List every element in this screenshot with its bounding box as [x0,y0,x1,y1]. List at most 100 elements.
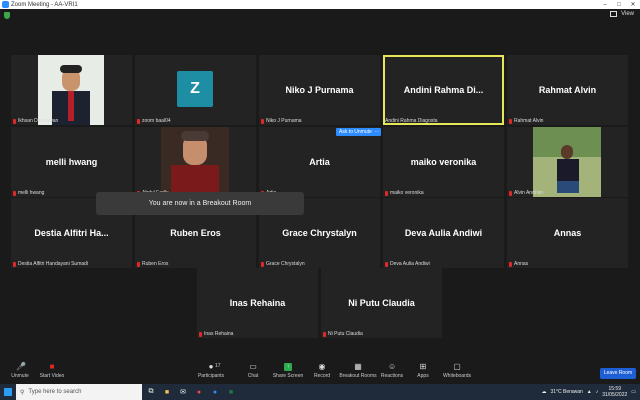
muted-mic-icon [13,190,16,196]
participant-label: Ikhsan Darmawan [13,118,58,124]
taskbar-search[interactable]: ⚲ Type here to search [16,384,142,400]
participant-name: Rahmat Alvin [538,85,597,95]
avatar: Z [177,71,213,107]
participant-tile[interactable]: maiko veronika maiko veronika [383,127,504,197]
close-icon[interactable]: ✕ [626,1,640,8]
windows-start-button[interactable] [0,384,16,400]
muted-mic-icon [137,261,140,267]
notification-icon[interactable]: ▭ [631,389,636,395]
participant-name: melli hwang [45,157,98,167]
participant-name: Inas Rehaina [229,298,286,308]
participant-tile[interactable]: Annas Annas [507,198,628,268]
apps-icon: ⊞ [419,362,427,371]
excel-icon[interactable]: ■ [224,386,238,398]
participant-name: Artia [309,157,330,167]
participant-name: Grace Chrystalyn [282,228,357,238]
participants-button[interactable]: ● 17 Participants [191,362,231,380]
participant-tile[interactable]: Ikhsan Darmawan [11,55,132,125]
participant-tile[interactable]: Abdul Fadly [135,127,256,197]
windows-logo-icon [4,388,12,396]
participant-tile[interactable]: Deva Aulia Andiwi Deva Aulia Andiwi [383,198,504,268]
participant-tile[interactable]: melli hwang melli hwang [11,127,132,197]
participant-label: Niko J Purnama [261,118,302,124]
more-options-button[interactable]: ... [373,128,381,136]
muted-mic-icon [199,331,202,337]
file-explorer-icon[interactable]: ■ [160,386,174,398]
grid-view-icon [610,11,618,17]
participants-icon: ● [208,362,214,371]
video-off-icon: ■ [49,362,55,371]
task-view-icon[interactable]: ⧉ [144,386,158,398]
participant-label: Grace Chrystalyn [261,261,305,267]
participant-photo [38,55,104,125]
maximize-icon[interactable]: □ [612,2,626,8]
weather-icon: ☁ [541,389,547,395]
participant-name: Ni Putu Claudia [348,298,415,308]
whiteboards-button[interactable]: ▢ Whiteboards [437,362,477,380]
start-video-button[interactable]: ■ Start Video [32,362,72,380]
zoom-logo-icon [2,1,9,8]
participant-name: Destia Alfitri Ha... [34,228,109,238]
ask-to-unmute-button[interactable]: Ask to Unmute [336,128,375,136]
participant-label: Ni Putu Claudia [323,331,363,337]
participant-label: Andini Rahma Diagosta [385,118,438,124]
participant-label: Deva Aulia Andiwi [385,261,430,267]
muted-mic-icon [137,118,140,124]
participant-name: Andini Rahma Di... [403,85,484,95]
chrome-icon[interactable]: ● [192,386,206,398]
whiteboard-icon: ▢ [453,362,461,371]
participant-name: Deva Aulia Andiwi [404,228,483,238]
participant-label: Annas [509,261,528,267]
participant-photo [161,127,229,197]
minimize-icon[interactable]: – [598,2,612,8]
muted-mic-icon [385,190,388,196]
participant-name: Annas [553,228,582,238]
participant-tile[interactable]: Z zoom baal04 [135,55,256,125]
participant-label: Rahmat Alvin [509,118,543,124]
share-screen-icon: ↑ [284,363,292,371]
chat-icon: ▭ [249,362,257,371]
muted-mic-icon [323,331,326,337]
participant-name: Ruben Eros [170,228,221,238]
window-title: Zoom Meeting - AA-VRI1 [11,1,78,8]
search-icon: ⚲ [20,389,25,396]
network-icon[interactable]: ▲ [587,389,592,395]
participant-tile[interactable]: Rahmat Alvin Rahmat Alvin [507,55,628,125]
meeting-toolbar: 🎤 Unmute ■ Start Video ● 17 Participants… [0,361,640,384]
muted-microphone-icon: 🎤 [16,362,26,371]
record-button[interactable]: ◉ Record [302,362,342,380]
participant-tile[interactable]: Artia Artia [259,127,380,197]
participant-label: Alvin Andrian [509,190,543,196]
zoom-app-icon[interactable]: ● [208,386,222,398]
muted-mic-icon [509,190,512,196]
system-tray: ☁ 31°C Berawan ▲ ♪ 15:59 31/05/2022 ▭ [541,384,636,400]
participant-tile[interactable]: Niko J Purnama Niko J Purnama [259,55,380,125]
window-titlebar: Zoom Meeting - AA-VRI1 – □ ✕ [0,0,640,9]
participant-label: melli hwang [13,190,44,196]
security-shield-icon[interactable] [4,12,10,19]
participant-tile-active-speaker[interactable]: Andini Rahma Di... Andini Rahma Diagosta [383,55,504,125]
muted-mic-icon [13,118,16,124]
participant-photo [533,127,601,197]
participant-tile[interactable]: Inas Rehaina Inas Rehaina [197,268,318,338]
participant-label: Destia Alfitri Handayani Sumadi [13,261,88,267]
record-icon: ◉ [318,362,326,371]
weather-text[interactable]: 31°C Berawan [550,389,582,395]
view-control[interactable]: View [610,11,634,17]
reactions-icon: ☺ [388,362,397,371]
muted-mic-icon [509,261,512,267]
mail-icon[interactable]: ✉ [176,386,190,398]
participant-name: Niko J Purnama [285,85,354,95]
chat-button[interactable]: ▭ Chat [233,362,273,380]
leave-room-button[interactable]: Leave Room [600,368,636,379]
breakout-room-notification: You are now in a Breakout Room [96,192,304,215]
system-clock[interactable]: 15:59 31/05/2022 [602,386,627,398]
volume-icon[interactable]: ♪ [596,389,599,395]
view-label: View [621,11,634,17]
participant-label: maiko veronika [385,190,424,196]
participant-tile[interactable]: Ni Putu Claudia Ni Putu Claudia [321,268,442,338]
participant-label: zoom baal04 [137,118,171,124]
muted-mic-icon [261,261,264,267]
muted-mic-icon [385,261,388,267]
participant-tile[interactable]: Alvin Andrian [507,127,628,197]
